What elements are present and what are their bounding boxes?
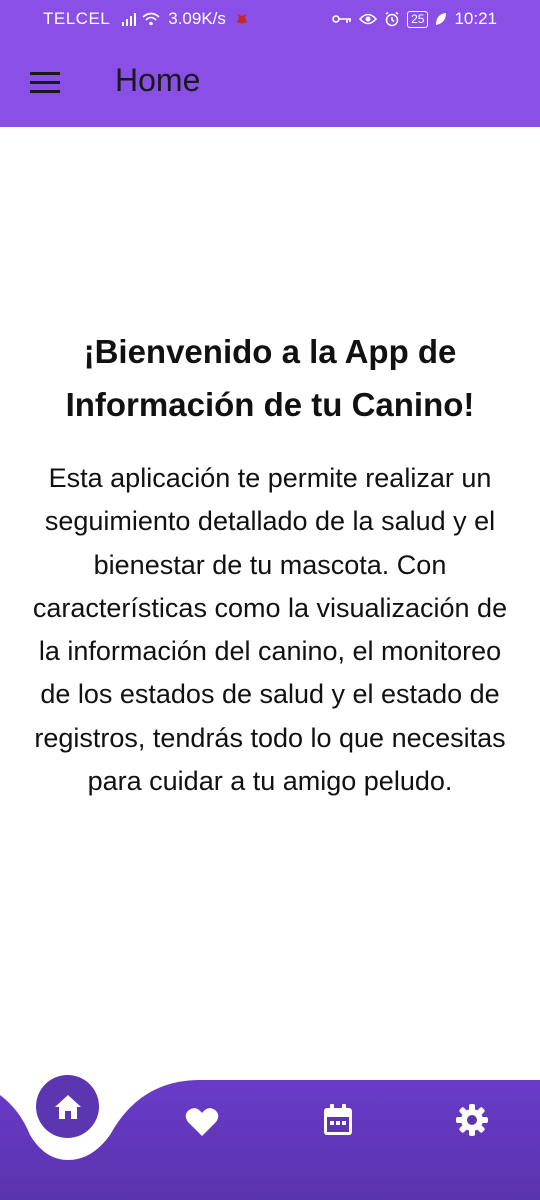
nav-home-button[interactable]	[36, 1075, 99, 1138]
nav-settings-button[interactable]	[454, 1102, 490, 1138]
status-right: 25 10:21	[325, 9, 497, 29]
clock: 10:21	[454, 9, 497, 28]
network-speed: 3.09K/s	[168, 9, 226, 28]
hamburger-menu-icon	[30, 72, 60, 75]
notification-app-icon	[236, 14, 247, 24]
eye-icon	[359, 13, 378, 25]
heart-icon	[185, 1108, 219, 1136]
wifi-icon	[142, 12, 160, 26]
bottom-navigation	[0, 1060, 540, 1200]
carrier-label: TELCEL	[43, 9, 111, 28]
leaf-icon	[436, 13, 447, 25]
app-bar: Home	[0, 40, 540, 127]
welcome-description: Esta aplicación te permite realizar un s…	[32, 463, 508, 797]
battery-indicator: 25	[407, 10, 429, 28]
calendar-icon	[324, 1104, 352, 1135]
home-icon	[54, 1094, 81, 1119]
status-bar: TELCEL 3.09K/s 25 10:21	[0, 0, 540, 40]
page-title: Home	[115, 62, 201, 98]
nav-calendar-button[interactable]	[320, 1102, 356, 1138]
nav-favorites-button[interactable]	[184, 1104, 220, 1140]
key-icon	[332, 15, 352, 23]
status-left: TELCEL 3.09K/s	[43, 9, 248, 29]
main-content: ¡Bienvenido a la App de Información de t…	[0, 127, 540, 1077]
alarm-icon	[385, 11, 399, 27]
menu-button[interactable]	[28, 68, 62, 98]
welcome-title: ¡Bienvenido a la App de Información de t…	[65, 333, 475, 423]
signal-icon	[122, 13, 137, 26]
gear-icon	[456, 1104, 488, 1136]
